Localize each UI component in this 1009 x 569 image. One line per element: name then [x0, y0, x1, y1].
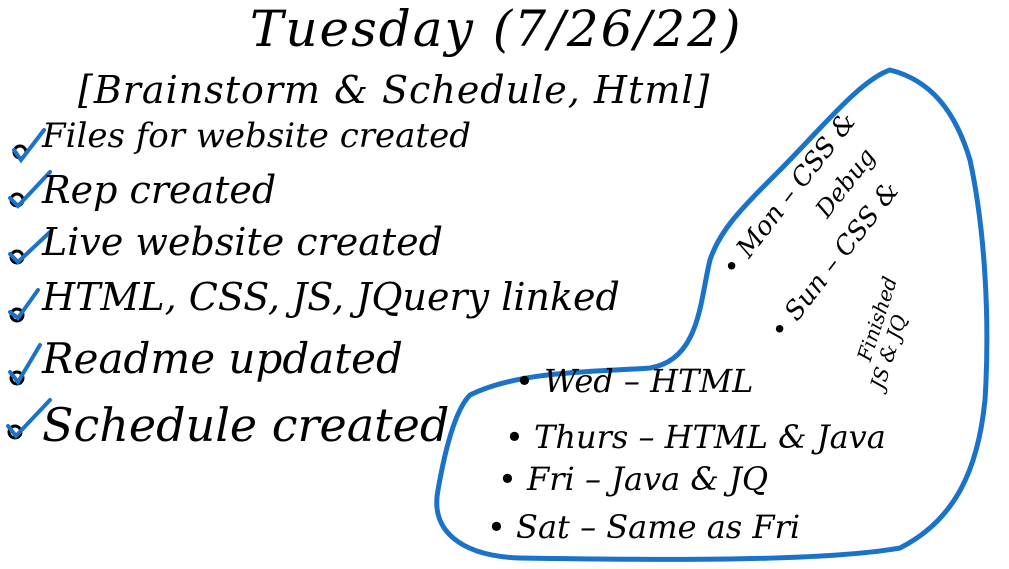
check-icon: [8, 343, 42, 386]
schedule-item-sat: • Sat – Same as Fri: [487, 508, 801, 546]
checklist-item: HTML, CSS, JS, JQuery linked: [42, 275, 620, 319]
checklist-item: Rep created: [42, 168, 277, 212]
checklist-item: Files for website created: [42, 116, 471, 156]
checklist-item: Readme updated: [42, 334, 403, 383]
schedule-item-fri: • Fri – Java & JQ: [498, 460, 769, 498]
checklist-item: Live website created: [42, 220, 443, 264]
checklist-item: Schedule created: [42, 398, 450, 452]
check-icon: [12, 128, 46, 164]
schedule-item-wed: • Wed – HTML: [515, 362, 754, 400]
schedule-item-thurs: • Thurs – HTML & Java: [505, 418, 886, 456]
page-title: Tuesday (7/26/22): [250, 0, 743, 58]
page-subtitle: [Brainstorm & Schedule, Html]: [78, 68, 711, 112]
check-icon: [8, 288, 40, 323]
